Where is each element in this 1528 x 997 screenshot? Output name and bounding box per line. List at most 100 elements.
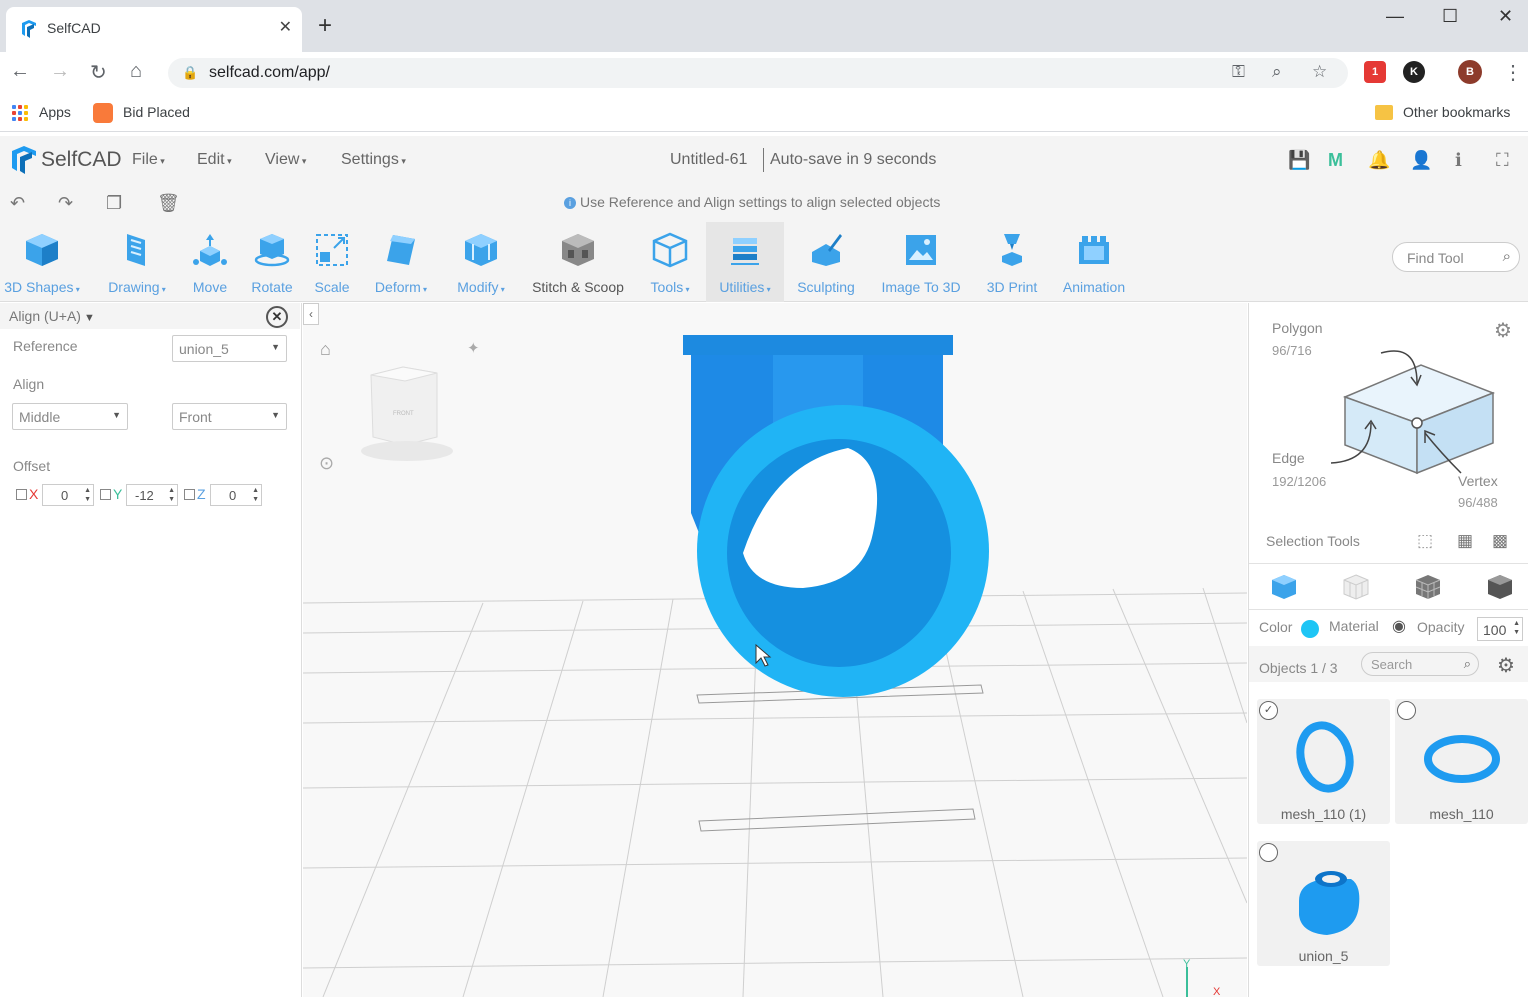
tool-label: Image To 3D [881,279,961,295]
align-direction-select[interactable]: Front ▼ [172,403,287,430]
close-panel-icon[interactable]: ✕ [266,306,288,328]
color-swatch[interactable] [1301,620,1319,638]
objects-settings-gear-icon[interactable]: ⚙ [1497,653,1515,678]
find-tool-input[interactable]: Find Tool [1407,250,1464,266]
tool-scale[interactable]: Scale [306,222,358,302]
mesh-110-ring-model[interactable] [697,405,989,697]
notification-bell-icon[interactable]: 🔔 [1368,150,1390,171]
new-tab-icon[interactable]: + [318,14,332,38]
extension-icon[interactable]: 1 [1364,61,1386,83]
object-select-checkbox[interactable] [1259,843,1278,862]
object-select-checkbox[interactable] [1397,701,1416,720]
copy-icon[interactable]: ❐ [106,193,122,214]
forward-icon[interactable]: → [50,60,70,83]
tool-move[interactable]: Move [184,222,236,302]
object-mode-tab[interactable] [1249,567,1319,607]
browser-tabstrip: SelfCAD ✕ + — ☐ ✕ [0,0,1528,52]
fullscreen-icon[interactable]: ⛶ [1496,150,1509,171]
tool-sculpting[interactable]: Sculpting [790,222,862,302]
offset-z-checkbox[interactable] [184,489,195,500]
view-cube[interactable]: FRONT [361,366,453,461]
tool-modify[interactable]: Modify ▾ [448,222,514,302]
tool-3d-print[interactable]: 3D Print [980,222,1044,302]
shaded-cube-icon [1488,575,1512,599]
tool-deform[interactable]: Deform ▾ [366,222,436,302]
vertex-label[interactable]: Vertex [1458,473,1498,489]
search-icon[interactable]: ⌕ [1464,656,1471,672]
stepper-icon[interactable]: ▲ ▼ [168,486,175,504]
bookmark-apps[interactable]: Apps [39,104,71,120]
tool-image-to-3d[interactable]: Image To 3D [874,222,968,302]
tool-tools[interactable]: Tools ▾ [640,222,700,302]
reload-icon[interactable]: ↻ [90,60,107,85]
user-icon[interactable]: 👤 [1410,150,1432,171]
scene-canvas: FRONT Y X [303,335,1247,997]
document-title[interactable]: Untitled-61 [670,151,747,169]
stepper-icon[interactable]: ▲ ▼ [252,486,259,504]
save-icon[interactable]: 💾 [1288,150,1310,171]
browser-tab[interactable]: SelfCAD ✕ [6,7,302,52]
align-panel-title[interactable]: Align (U+A) ▼ [9,308,95,324]
url-text[interactable]: selfcad.com/app/ [209,64,330,82]
edge-label[interactable]: Edge [1272,450,1305,466]
address-bar[interactable]: 🔒 selfcad.com/app/ ⚿ ⌕ ☆ [168,58,1348,88]
properties-panel: Polygon 96/716 ⚙ Edge 192/1206 Vertex 96… [1248,303,1528,997]
opacity-input[interactable]: 100 ▲ ▼ [1477,617,1523,641]
profile-avatar[interactable]: B [1458,60,1482,84]
object-card-mesh-110-1[interactable]: ✓ mesh_110 (1) [1257,699,1390,824]
bookmark-star-icon[interactable]: ☆ [1312,62,1327,82]
material-icon[interactable]: ◉ [1392,616,1406,636]
home-icon[interactable]: ⌂ [130,60,142,83]
tool-rotate[interactable]: Rotate [244,222,300,302]
m-icon[interactable]: M [1328,150,1343,171]
object-card-mesh-110[interactable]: mesh_110 [1395,699,1528,824]
offset-y-checkbox[interactable] [100,489,111,500]
key-icon[interactable]: ⚿ [1232,62,1245,82]
back-icon[interactable]: ← [10,60,30,83]
minimize-icon[interactable]: — [1386,6,1404,27]
tab-close-icon[interactable]: ✕ [279,17,292,37]
delete-icon[interactable]: 🗑 [157,193,180,214]
object-card-union-5[interactable]: union_5 [1257,841,1390,966]
browser-menu-icon[interactable]: ⋮ [1503,60,1523,85]
object-select-checkbox[interactable]: ✓ [1259,701,1278,720]
menu-file[interactable]: File ▾ [132,151,165,169]
shaded-mode-tab[interactable] [1465,567,1528,607]
stepper-icon[interactable]: ▲ ▼ [1513,619,1520,637]
offset-x-input[interactable]: 0 ▲ ▼ [42,484,94,506]
grid-mode-tab[interactable] [1393,567,1463,607]
select-box-icon[interactable]: ▦ [1457,531,1473,551]
3d-viewport[interactable]: ‹ ⌂ ✦ ⊙ FRONT Y X [303,303,1247,997]
menu-settings[interactable]: Settings ▾ [341,151,406,169]
menu-edit[interactable]: Edit ▾ [197,151,232,169]
wireframe-mode-tab[interactable] [1321,567,1391,607]
polygon-label[interactable]: Polygon [1272,320,1323,336]
stepper-icon[interactable]: ▲ ▼ [84,486,91,504]
tool-animation[interactable]: Animation [1054,222,1134,302]
bookmark-bid-placed[interactable]: Bid Placed [123,104,190,120]
zoom-icon[interactable]: ⌕ [1272,62,1282,82]
select-pointer-icon[interactable]: ⬚ [1417,531,1433,551]
undo-icon[interactable]: ↶ [10,193,25,214]
maximize-icon[interactable]: ☐ [1442,6,1458,27]
search-icon[interactable]: ⌕ [1503,248,1511,265]
window-close-icon[interactable]: ✕ [1498,6,1513,27]
menu-view[interactable]: View ▾ [265,151,306,169]
tool-drawing[interactable]: Drawing ▾ [96,222,178,302]
offset-z-input[interactable]: 0 ▲ ▼ [210,484,262,506]
tool-stitch-scoop[interactable]: Stitch & Scoop [524,222,632,302]
find-tool-search[interactable]: Find Tool ⌕ [1392,242,1520,272]
align-select[interactable]: Middle ▼ [12,403,128,430]
redo-icon[interactable]: ↷ [58,193,73,214]
bookmark-other[interactable]: Other bookmarks [1403,104,1510,120]
tool-utilities[interactable]: Utilities ▾ [706,222,784,302]
objects-search-input[interactable]: Search [1371,657,1412,672]
offset-y-input[interactable]: -12 ▲ ▼ [126,484,178,506]
extension-k-icon[interactable]: K [1403,61,1425,83]
objects-search[interactable]: Search ⌕ [1361,652,1479,676]
offset-x-checkbox[interactable] [16,489,27,500]
tool-3d-shapes[interactable]: 3D Shapes ▾ [0,222,84,302]
info-icon[interactable]: ℹ [1455,150,1462,171]
select-volume-icon[interactable]: ▩ [1492,531,1508,551]
reference-select[interactable]: union_5 ▼ [172,335,287,362]
